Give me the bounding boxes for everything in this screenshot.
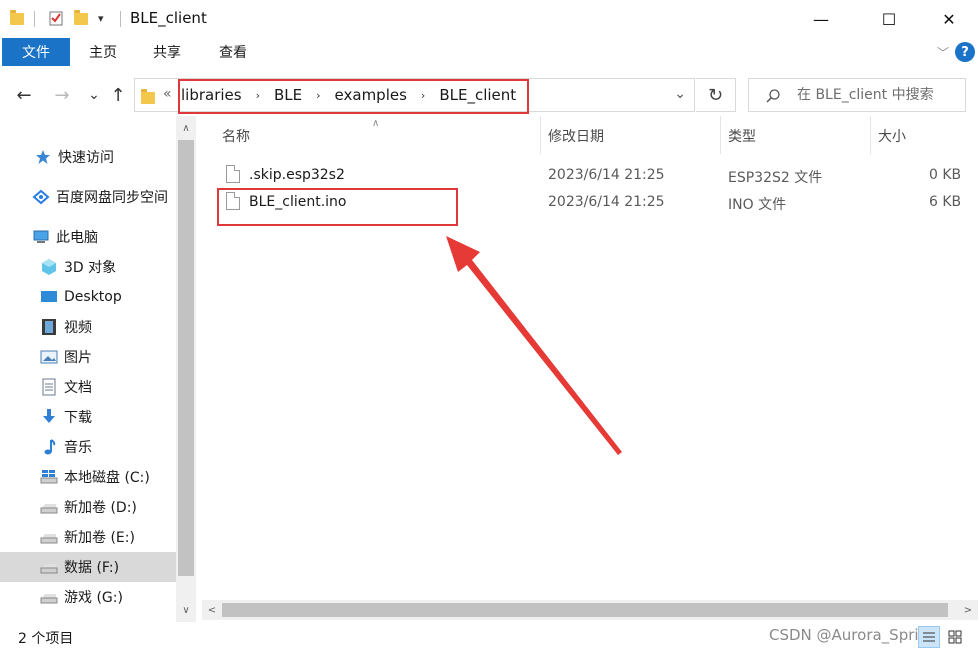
- annotation-arrow: [446, 236, 622, 455]
- details-view-icon[interactable]: [918, 626, 940, 648]
- item-count: 2 个项目: [18, 631, 74, 647]
- status-bar: 2 个项目 CSDN @Aurora_Spring: [0, 622, 979, 652]
- watermark: CSDN @Aurora_Spring: [769, 626, 938, 644]
- large-icons-view-icon[interactable]: [944, 626, 966, 648]
